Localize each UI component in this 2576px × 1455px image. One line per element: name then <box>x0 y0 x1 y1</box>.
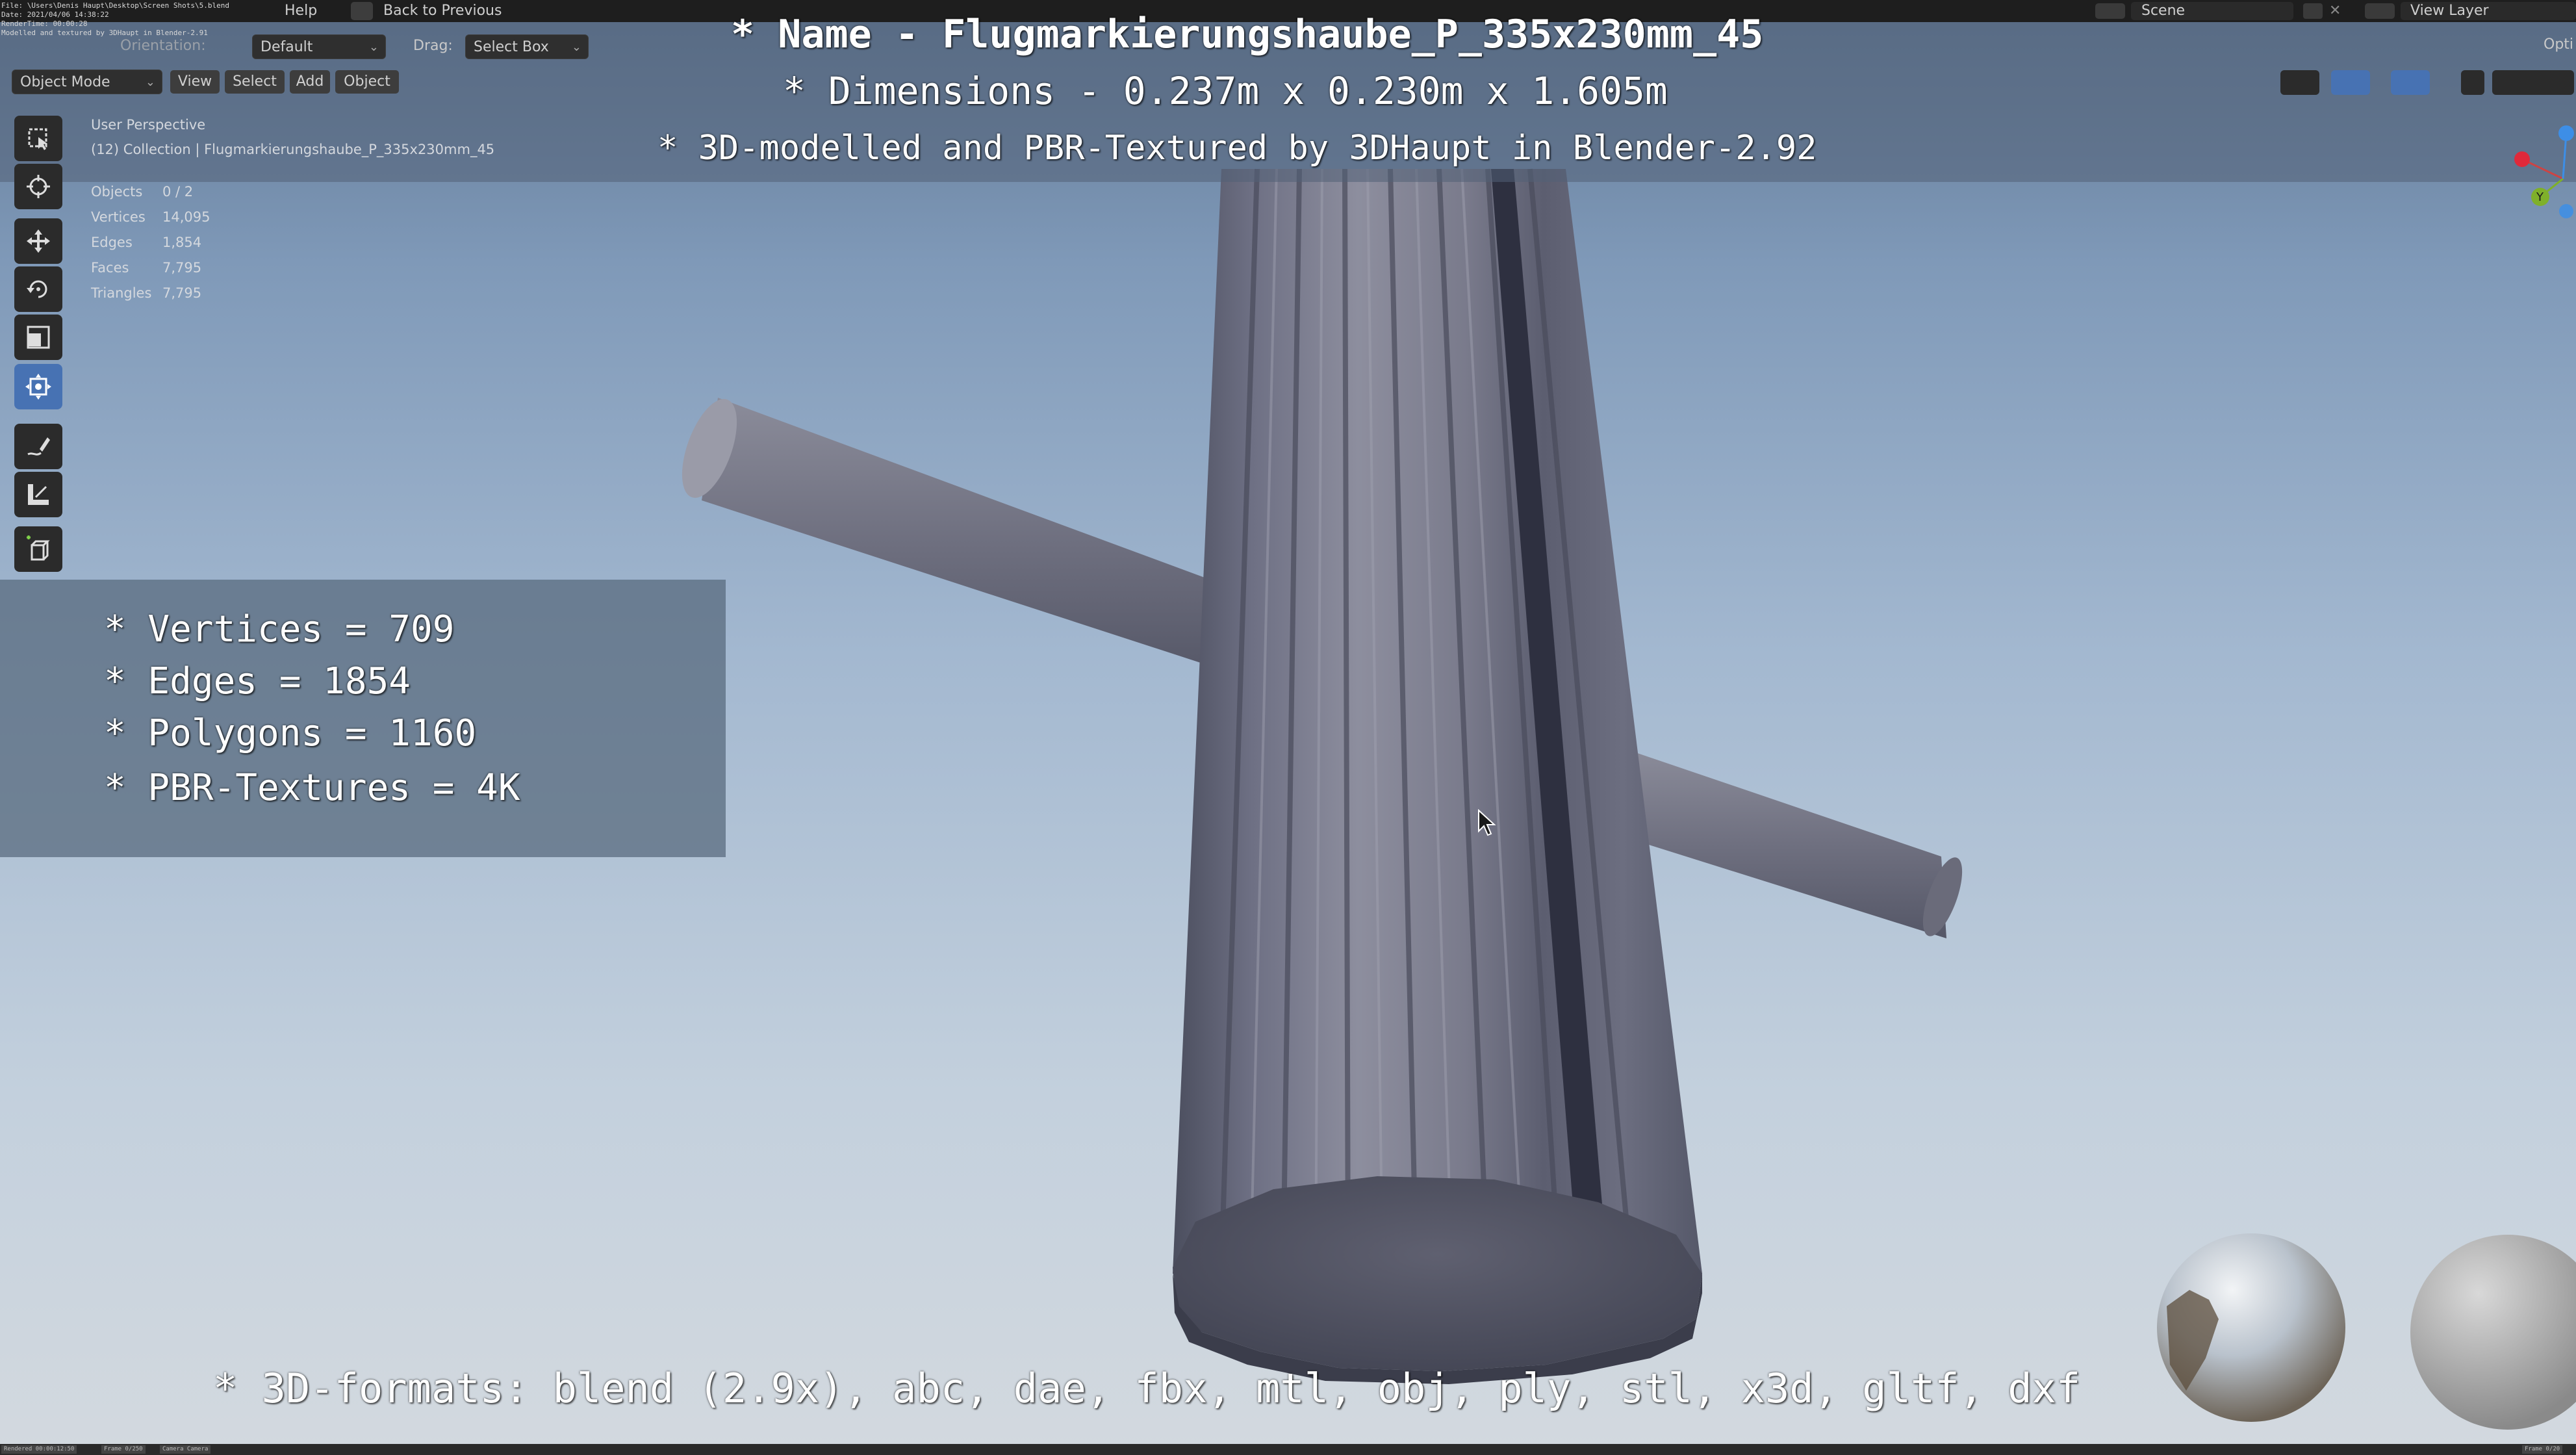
scene-icon[interactable] <box>2095 3 2125 19</box>
back-to-previous-button[interactable]: Back to Previous <box>383 3 502 19</box>
svg-text:Y: Y <box>2536 190 2544 204</box>
status-camera-chip: Camera Camera <box>160 1445 211 1454</box>
status-frame-chip: Frame 0/250 <box>101 1445 146 1454</box>
stat-triangles-label: Triangles <box>91 285 152 301</box>
stat-faces-value: 7,795 <box>162 260 202 276</box>
chevron-down-icon: ⌄ <box>145 75 155 89</box>
add-cube-icon[interactable] <box>14 526 62 572</box>
overlay-edges: * Edges = 1854 <box>104 660 411 702</box>
axis-x-icon <box>2514 151 2530 167</box>
drag-dropdown[interactable]: Select Box ⌄ <box>465 34 589 59</box>
view-perspective-label: User Perspective <box>91 117 206 133</box>
overlay-dimensions: * Dimensions - 0.237m x 0.230m x 1.605m <box>783 69 1668 113</box>
visibility-icon[interactable] <box>2280 70 2319 95</box>
copy-scene-icon[interactable] <box>2303 3 2323 19</box>
transform-icon[interactable] <box>14 364 62 409</box>
render-info-file: File: \Users\Denis Haupt\Desktop\Screen … <box>1 1 229 10</box>
menu-view[interactable]: View <box>170 70 220 94</box>
menu-select[interactable]: Select <box>225 70 285 94</box>
close-icon[interactable]: ✕ <box>2329 3 2347 19</box>
render-info-date: Date: 2021/04/06 14:38:22 <box>1 10 109 19</box>
select-box-icon[interactable] <box>14 116 62 161</box>
overlay-toggle-icon[interactable] <box>2391 70 2430 95</box>
move-icon[interactable] <box>14 218 62 264</box>
shading-modes-icon[interactable] <box>2492 70 2574 95</box>
overlay-formats: * 3D-formats: blend (2.9x), abc, dae, fb… <box>213 1365 2081 1412</box>
gizmo-toggle-icon[interactable] <box>2331 70 2370 95</box>
scale-icon[interactable] <box>14 315 62 360</box>
rotate-icon[interactable] <box>14 266 62 312</box>
menu-add[interactable]: Add <box>290 70 330 94</box>
chevron-down-icon: ⌄ <box>368 40 379 54</box>
stat-objects-value: 0 / 2 <box>162 184 194 200</box>
overlay-polygons: * Polygons = 1160 <box>104 712 477 754</box>
cursor-icon[interactable] <box>14 164 62 209</box>
navigation-gizmo[interactable]: Y <box>2508 120 2576 224</box>
render-info-credit: Modelled and textured by 3DHaupt in Blen… <box>1 29 208 37</box>
overlay-vertices: * Vertices = 709 <box>104 608 455 650</box>
stat-faces-label: Faces <box>91 260 129 276</box>
overlay-product-name: * Name - Flugmarkierungshaube_P_335x230m… <box>731 12 1764 57</box>
overlay-credit: * 3D-modelled and PBR-Textured by 3DHaup… <box>657 129 1817 168</box>
view-layer-selector[interactable]: View Layer <box>2410 3 2489 19</box>
collection-label: (12) Collection | Flugmarkierungshaube_P… <box>91 142 495 157</box>
axis-neg-z-icon <box>2559 204 2573 218</box>
xray-icon[interactable] <box>2461 70 2484 95</box>
measure-icon[interactable] <box>14 472 62 517</box>
status-bar: Rendered 00:00:12:50 Frame 0/250 Camera … <box>0 1444 2576 1455</box>
stat-objects-label: Objects <box>91 184 143 200</box>
status-render-chip: Rendered 00:00:12:50 <box>1 1445 77 1454</box>
view-layer-icon[interactable] <box>2365 3 2395 19</box>
orientation-value: Default <box>261 39 313 55</box>
mode-value: Object Mode <box>20 74 110 90</box>
scene-selector[interactable]: Scene <box>2141 3 2185 19</box>
stat-triangles-value: 7,795 <box>162 285 202 301</box>
menu-help[interactable]: Help <box>285 3 317 19</box>
back-icon[interactable] <box>351 2 373 20</box>
menu-object[interactable]: Object <box>335 70 399 94</box>
overlay-textures: * PBR-Textures = 4K <box>104 767 520 809</box>
drag-value: Select Box <box>474 39 549 55</box>
stat-edges-label: Edges <box>91 235 133 250</box>
render-info-time: RenderTime: 00:00:28 <box>1 19 88 28</box>
orientation-label: Orientation: <box>120 38 206 54</box>
material-preview-sphere <box>2410 1235 2576 1430</box>
options-menu[interactable]: Opti <box>2544 36 2573 53</box>
mesh-stats-overlay: * Vertices = 709 * Edges = 1854 * Polygo… <box>0 580 726 857</box>
mouse-cursor-icon <box>1478 809 1496 836</box>
annotate-icon[interactable] <box>14 424 62 469</box>
chevron-down-icon: ⌄ <box>571 40 581 54</box>
3d-viewport[interactable]: Help Back to Previous Scene ✕ View Layer… <box>0 0 2576 1455</box>
drag-label: Drag: <box>413 38 453 54</box>
stat-vertices-label: Vertices <box>91 209 146 225</box>
stat-edges-value: 1,854 <box>162 235 202 250</box>
stat-vertices-value: 14,095 <box>162 209 210 225</box>
axis-z-icon <box>2558 125 2574 141</box>
status-right-chip: Frame 0/20 <box>2522 1445 2563 1454</box>
mode-dropdown[interactable]: Object Mode ⌄ <box>12 70 162 94</box>
orientation-dropdown[interactable]: Default ⌄ <box>252 34 386 59</box>
